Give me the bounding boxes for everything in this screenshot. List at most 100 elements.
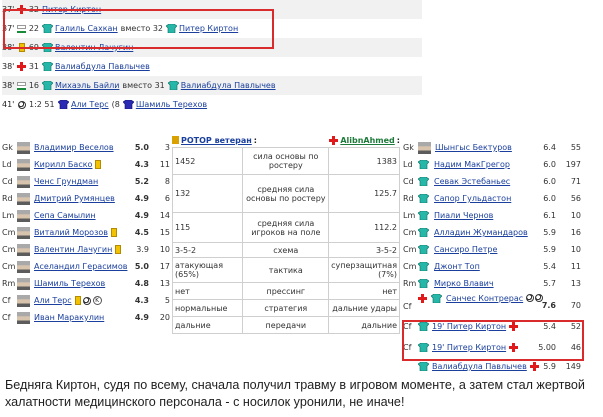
player-link[interactable]: Шамиль Терехов [34, 279, 105, 288]
event-player-number: 31 [28, 62, 39, 71]
player-rating: 4.3 [134, 296, 149, 305]
player-row: Cm Сансиро Петре 5.9 10 [403, 241, 601, 258]
player-link[interactable]: Алладин Жумандаров [434, 228, 528, 237]
player-rating: 5.9 [543, 362, 556, 371]
player-rating: 6.0 [543, 177, 556, 186]
highlight-box-lineup [402, 320, 584, 361]
player-stat: 20 [159, 313, 170, 322]
home-value: нет [171, 282, 244, 300]
player-link[interactable]: Иван Маракулин [34, 313, 104, 322]
comparison-row: 132 средняя сила основы по ростеру 125.7 [171, 174, 400, 213]
captain-k-icon: K [92, 296, 102, 305]
player-link[interactable]: Аселандил Герасимов [34, 262, 127, 271]
player-link[interactable]: Владимир Веселов [34, 143, 114, 152]
shirt-icon [418, 211, 429, 220]
player-stat: 70 [570, 301, 581, 310]
player-link[interactable]: Сепа Самылин [34, 211, 96, 220]
event-player-link[interactable]: Михаэль Байли [55, 81, 119, 90]
home-value: дальние [171, 316, 244, 334]
player-rating: 7.6 [541, 301, 556, 310]
flag-icon [17, 81, 26, 90]
player-link[interactable]: Джонт Топ [434, 262, 480, 271]
event-player-link[interactable]: Али Терс [71, 100, 109, 109]
player-link[interactable]: Севак Эстебаньес [434, 177, 510, 186]
player-position: Gk [2, 143, 13, 152]
player-row: Lm Пиали Чернов 6.1 10 [403, 207, 601, 224]
player-row: Cf Санчес Контрерас 7.6 70 [403, 292, 601, 316]
event-player-link-2[interactable]: Валиабдула Павлычев [181, 81, 276, 90]
player-position: Rd [403, 194, 414, 203]
away-team-link[interactable]: AlibnAhmed [340, 136, 394, 145]
event-row: 41' 1:2 51 Али Терс (8 Шамиль Терехов [2, 95, 422, 114]
away-value: суперзащитная (7%) [328, 257, 400, 283]
comparison-row: 3-5-2 схема 3-5-2 [171, 242, 400, 258]
player-avatar [17, 158, 30, 171]
player-link[interactable]: Дмитрий Румянцев [34, 194, 115, 203]
player-link[interactable]: Али Терс [34, 296, 72, 305]
player-avatar [17, 226, 30, 239]
player-row: Cf Иван Маракулин 4.9 20 [2, 309, 172, 326]
player-rating: 6.4 [543, 143, 556, 152]
player-link[interactable]: Шынгыс Бектуров [435, 143, 512, 152]
player-stat: 197 [565, 160, 581, 169]
player-position: Lm [403, 211, 416, 220]
player-link[interactable]: Кирилл Баско [34, 160, 92, 169]
player-link[interactable]: Виталий Морозов [34, 228, 108, 237]
player-position: Lm [2, 211, 15, 220]
player-rating: 5.2 [134, 177, 149, 186]
event-minute: 38' [2, 81, 15, 90]
player-link[interactable]: Сансиро Петре [434, 245, 497, 254]
away-value: дальние удары [328, 299, 400, 317]
away-value: 1383 [328, 147, 400, 175]
player-rating: 4.9 [134, 194, 149, 203]
player-link[interactable]: Санчес Контрерас [446, 294, 523, 303]
player-position: Cm [2, 245, 16, 254]
player-stat: 14 [159, 211, 170, 220]
red-cross-icon [418, 294, 427, 303]
player-link[interactable]: Валиабдула Павлычев [432, 362, 527, 371]
comparison-row: 1452 сила основы по ростеру 1383 [171, 147, 400, 175]
shirt-icon [418, 228, 429, 237]
player-stat: 56 [570, 194, 581, 203]
away-value: нет [328, 282, 400, 300]
team-comparison: РОТОР ветеран: AlibnAhmed: 1452 сила осно… [171, 133, 400, 334]
event-text: (8 [111, 100, 120, 109]
player-position: Cm [2, 228, 16, 237]
player-link[interactable]: Мирко Влавич [434, 279, 494, 288]
player-link[interactable]: Валентин Лачугин [34, 245, 112, 254]
highlight-box-events [3, 9, 274, 49]
home-team-link[interactable]: РОТОР ветеран [181, 136, 252, 145]
event-row: 38' 16 Михаэль Байли вместо 31 Валиабдул… [2, 76, 422, 95]
metric-label: стратегия [242, 299, 330, 317]
ball-icon [82, 296, 91, 305]
home-lineup: Gk Владимир Веселов 5.0 3 Ld Кирилл Баско 4.3… [2, 133, 172, 357]
metric-label: средняя сила основы по ростеру [242, 174, 330, 213]
event-player-link-2[interactable]: Шамиль Терехов [136, 100, 207, 109]
ball-icon [17, 100, 26, 109]
player-link[interactable]: Пиали Чернов [434, 211, 493, 220]
metric-label: тактика [242, 257, 330, 283]
away-value: 112.2 [328, 212, 400, 243]
player-link[interactable]: Надим МакГрегор [434, 160, 510, 169]
home-value: 3-5-2 [171, 242, 244, 258]
player-stat: 13 [159, 279, 170, 288]
comparison-row: атакующая (65%) тактика суперзащитная (7%) [171, 257, 400, 283]
event-row: 38' 31 Валиабдула Павлычев [2, 57, 422, 76]
player-row: Cd Севак Эстебаньес 6.0 71 [403, 173, 601, 190]
player-position: Ld [403, 160, 413, 169]
player-link[interactable]: Ченс Грундман [34, 177, 98, 186]
player-row: Rm Шамиль Терехов 4.8 13 [2, 275, 172, 292]
away-value: 3-5-2 [328, 242, 400, 258]
player-position: Cm [403, 228, 417, 237]
player-stat: 149 [565, 362, 581, 371]
player-position: Cf [403, 302, 412, 311]
shirt-icon [418, 262, 429, 271]
player-rating: 5.4 [543, 262, 556, 271]
player-row: Cf Али Терс K 4.3 5 [2, 292, 172, 309]
ball-icon [526, 294, 535, 302]
event-player-link[interactable]: Валиабдула Павлычев [55, 62, 150, 71]
event-player-number: 16 [28, 81, 39, 90]
player-position: Gk [403, 143, 414, 152]
player-link[interactable]: Сапор Гульдастон [434, 194, 511, 203]
player-position: Cd [2, 177, 13, 186]
